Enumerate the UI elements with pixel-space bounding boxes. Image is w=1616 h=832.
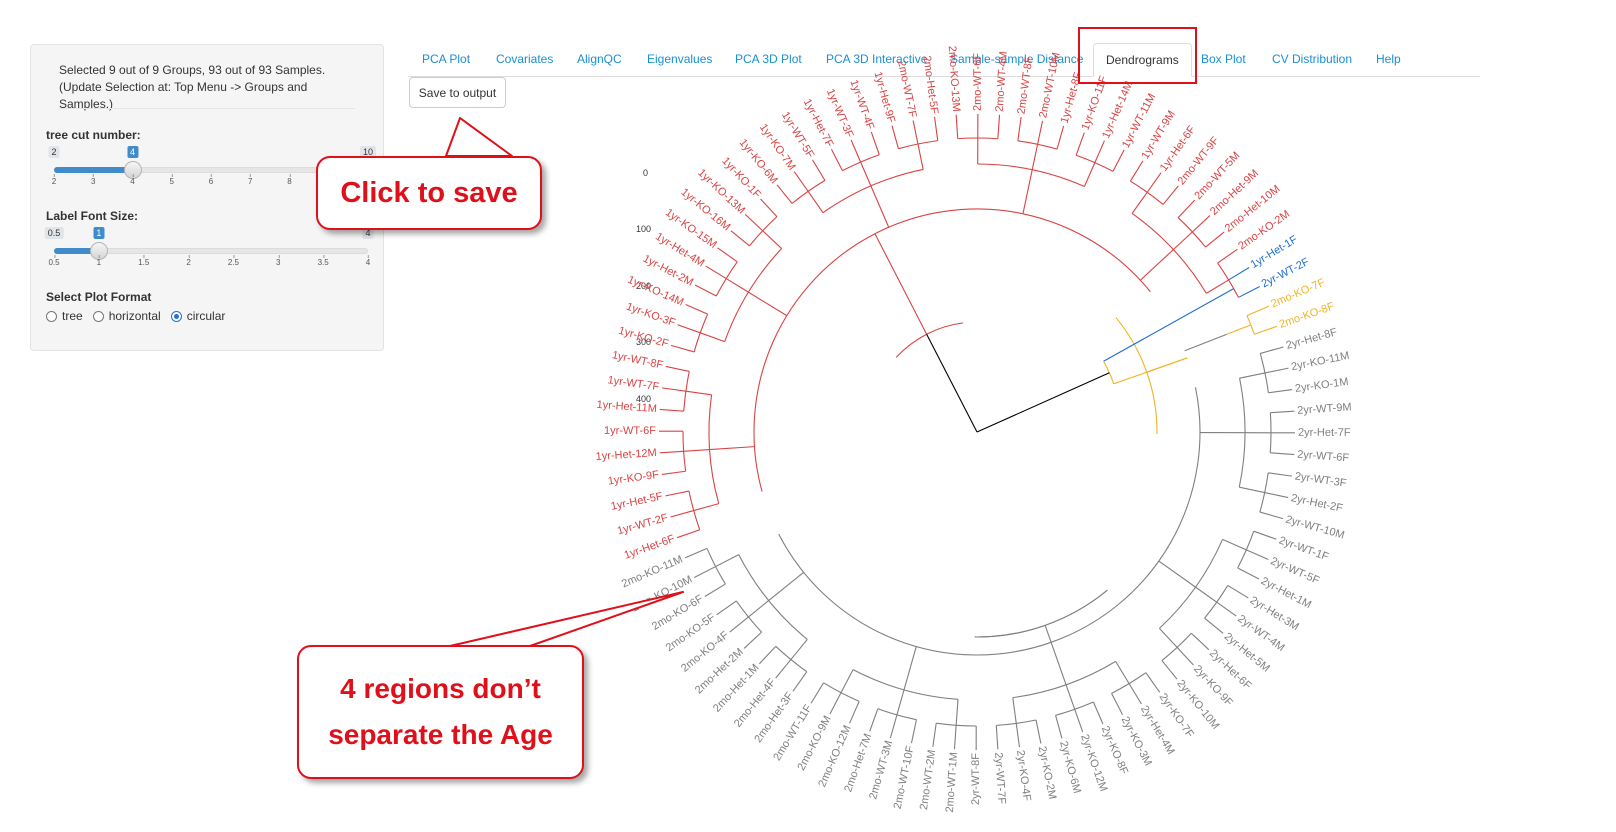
save-callout-text: Click to save — [340, 176, 518, 209]
save-callout: Click to save — [316, 156, 542, 230]
region-callout-pointer — [449, 591, 684, 647]
save-callout-pointer — [445, 117, 513, 157]
annotation-pointers — [445, 117, 684, 647]
region-callout-text: 4 regions don’t separate the Age — [328, 673, 553, 750]
region-callout: 4 regions don’t separate the Age — [297, 645, 584, 779]
